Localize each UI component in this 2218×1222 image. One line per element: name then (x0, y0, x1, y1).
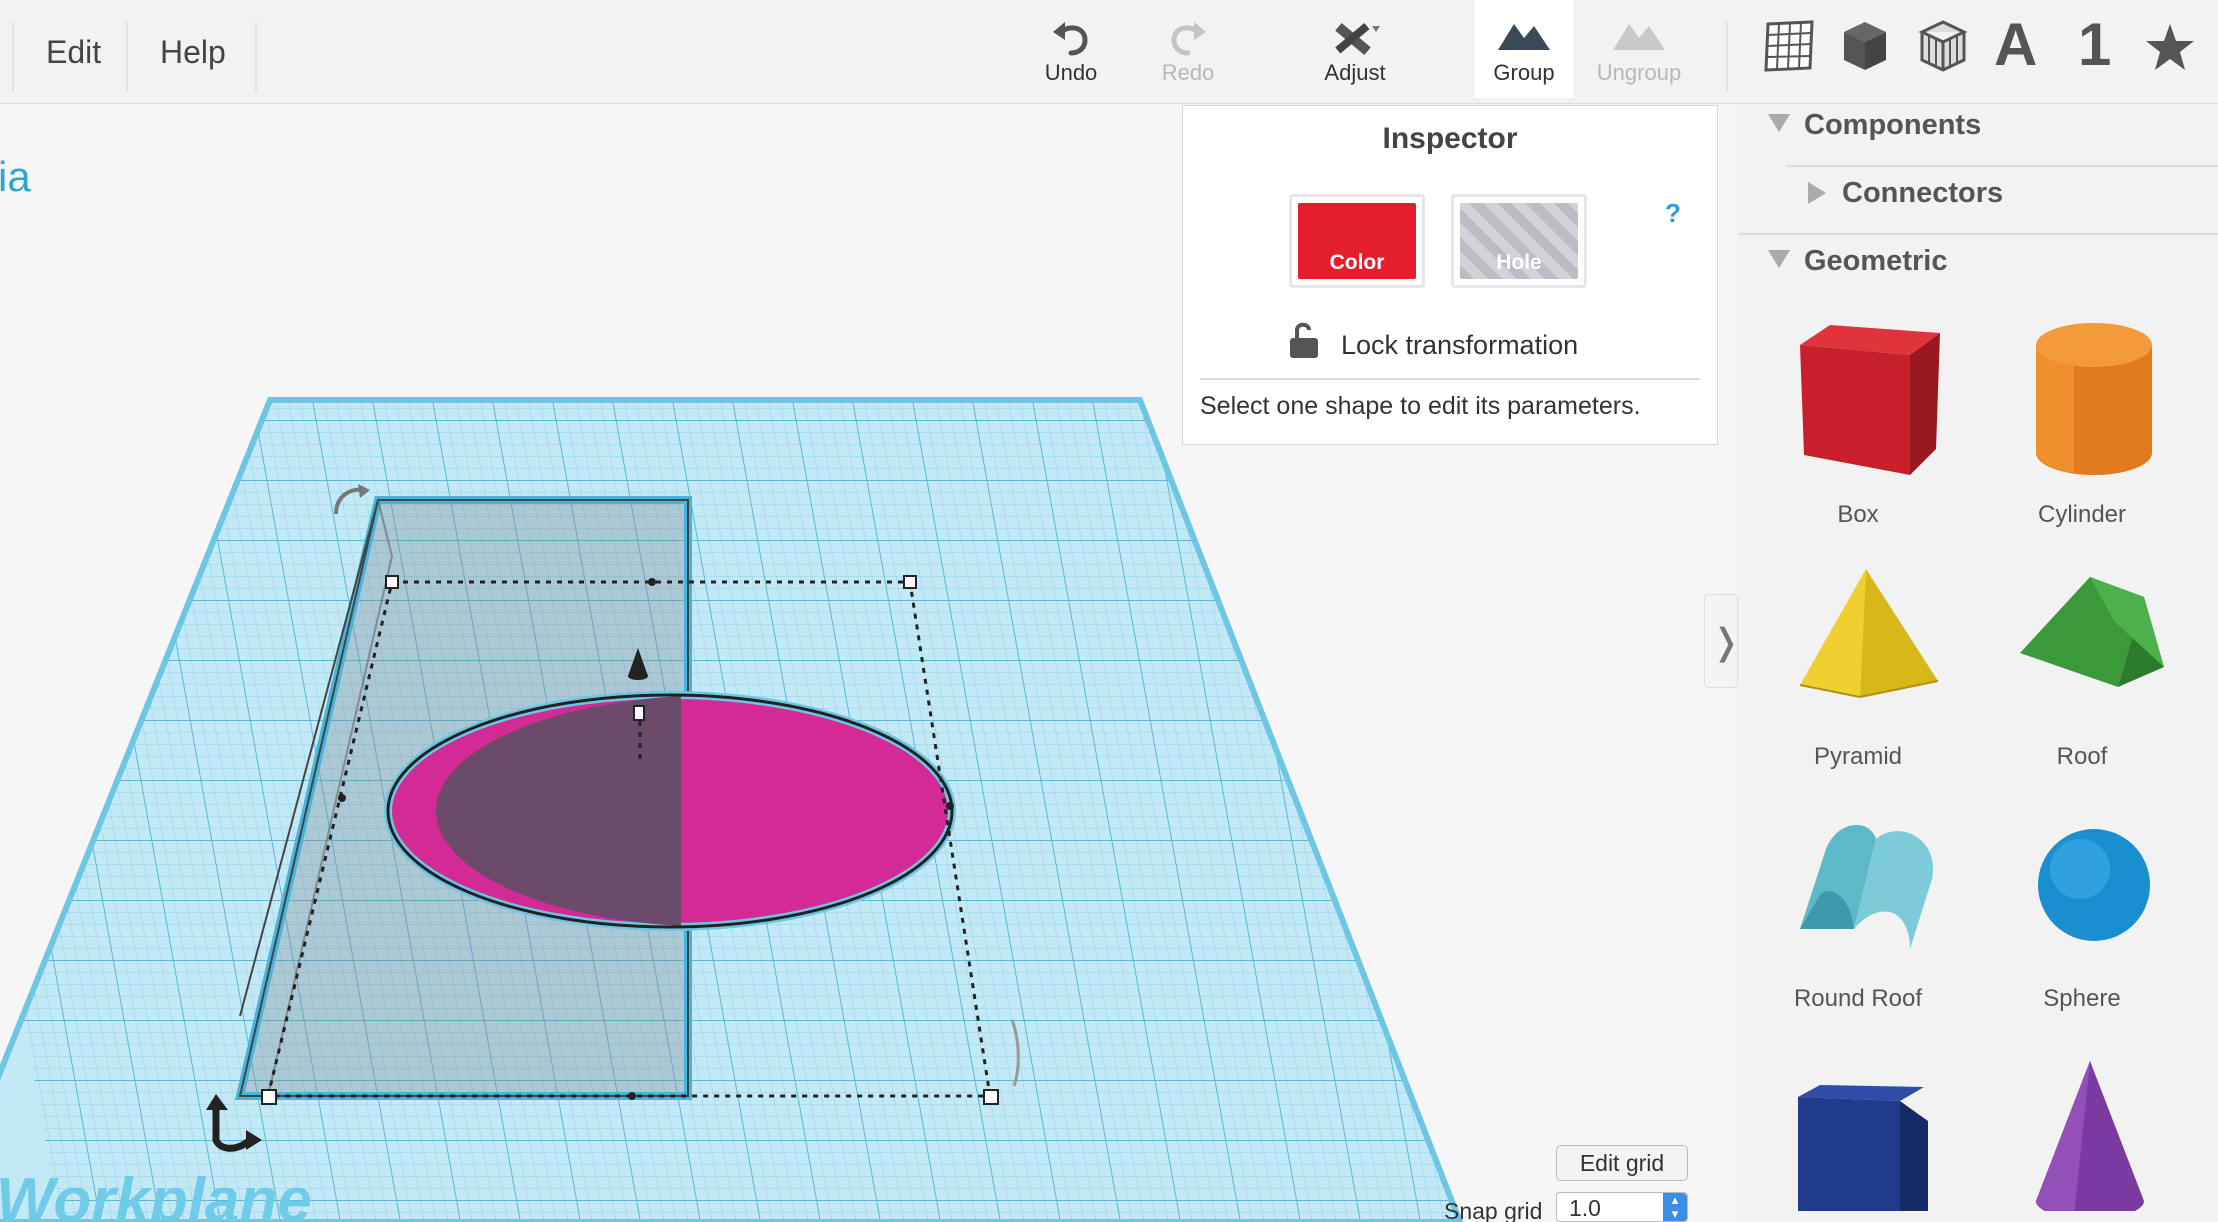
shape-sphere[interactable]: Sphere (1982, 799, 2182, 1029)
cylinder-shape-icon (2036, 323, 2152, 475)
pyramid-shape-icon (1799, 569, 1939, 699)
number-1-icon[interactable]: 1 (2078, 10, 2111, 79)
inspector-message: Select one shape to edit its parameters. (1200, 392, 1641, 420)
shape-box[interactable]: Box (1758, 315, 1958, 545)
undo-label: Undo (1044, 60, 1098, 85)
collapse-triangle-icon (1808, 182, 1826, 204)
star-icon[interactable] (2144, 22, 2196, 72)
color-swatch-button[interactable]: Color (1289, 194, 1425, 288)
section-divider (1738, 233, 2218, 235)
panel-collapse-tab[interactable]: ❭ (1704, 594, 1742, 688)
menu-edit[interactable]: Edit (46, 34, 101, 71)
menu-separator (1726, 22, 1728, 92)
inspector-panel: Inspector Color Hole ? Lock transformati… (1182, 105, 1718, 445)
workplane-label: Workplane (0, 1166, 312, 1222)
connectors-label: Connectors (1842, 177, 2004, 209)
redo-button[interactable]: Redo (1133, 14, 1243, 96)
shape-label: Roof (2056, 743, 2108, 770)
resize-handle[interactable] (385, 575, 399, 589)
adjust-icon (1335, 22, 1380, 56)
chevron-right-icon: ❭ (1711, 621, 1742, 662)
shape-label: Sphere (2043, 985, 2121, 1012)
shape-label: Round Roof (1793, 985, 1923, 1012)
inspector-help-link[interactable]: ? (1665, 198, 1681, 229)
wedge-shape-icon (1798, 1085, 1928, 1211)
menu-separator (255, 22, 257, 92)
section-connectors[interactable]: Connectors (1808, 177, 2003, 210)
roof-shape-icon (2020, 577, 2164, 687)
snap-grid-value: 1.0 (1569, 1195, 1601, 1221)
shape-library-panel: Components Connectors Geometric Box Cyli… (1738, 105, 2218, 1222)
color-label: Color (1329, 251, 1385, 274)
resize-handle[interactable] (983, 1089, 999, 1105)
shape-round-roof[interactable]: Round Roof (1758, 799, 1958, 1029)
stepper-arrows-icon: ▴ ▾ (1663, 1193, 1687, 1221)
shape-pyramid[interactable]: Pyramid (1758, 557, 1958, 787)
adjust-label: Adjust (1324, 60, 1386, 85)
box-view-icon[interactable] (1840, 18, 1890, 74)
grid-view-icon[interactable] (1762, 18, 1816, 74)
shape-label: Pyramid (1813, 743, 1903, 770)
adjust-button[interactable]: Adjust (1300, 14, 1410, 96)
undo-button[interactable]: Undo (1016, 14, 1126, 96)
round-roof-shape-icon (1800, 825, 1934, 949)
text-A-icon[interactable]: A (1994, 10, 2037, 79)
shape-label: Cylinder (2037, 501, 2127, 528)
lock-transformation-toggle[interactable]: Lock transformation (1289, 320, 1578, 367)
resize-handle[interactable] (633, 705, 645, 721)
cone-shape-icon (2036, 1061, 2144, 1211)
group-button[interactable]: Group (1474, 0, 1574, 98)
menu-separator (126, 22, 128, 92)
inspector-divider (1200, 378, 1700, 380)
sphere-shape-icon (2038, 829, 2150, 941)
ungroup-button[interactable]: Ungroup (1584, 14, 1694, 96)
hole-label: Hole (1496, 251, 1542, 274)
top-toolbar: Edit Help Undo Redo Adjust Group Ungroup… (0, 0, 2218, 104)
expand-triangle-icon (1768, 114, 1790, 132)
snap-grid-label: Snap grid (1444, 1198, 1543, 1222)
redo-icon (1171, 22, 1206, 56)
ungroup-label: Ungroup (1596, 60, 1682, 85)
group-label: Group (1493, 60, 1555, 85)
box-shape-icon (1800, 325, 1940, 475)
section-geometric[interactable]: Geometric (1768, 245, 1947, 278)
resize-handle[interactable] (903, 575, 917, 589)
shape-wedge[interactable] (1758, 1041, 1958, 1222)
lock-icon (1290, 322, 1318, 358)
resize-handle[interactable] (261, 1089, 277, 1105)
lock-label: Lock transformation (1341, 330, 1579, 360)
shape-roof[interactable]: Roof (1982, 557, 2182, 787)
expand-triangle-icon (1768, 250, 1790, 268)
ellipse-shape[interactable] (384, 691, 956, 931)
redo-label: Redo (1161, 60, 1215, 85)
group-icon (1498, 24, 1550, 50)
geometric-label: Geometric (1804, 245, 1948, 277)
section-components[interactable]: Components (1768, 109, 1981, 142)
shape-cone[interactable] (1982, 1041, 2182, 1222)
wire-box-icon[interactable] (1918, 18, 1968, 74)
ungroup-icon (1613, 24, 1665, 50)
snap-grid-select[interactable]: 1.0 ▴ ▾ (1556, 1192, 1688, 1222)
hole-swatch-button[interactable]: Hole (1451, 194, 1587, 288)
menu-separator (12, 22, 14, 92)
menu-help[interactable]: Help (160, 34, 226, 71)
section-divider (1786, 165, 2218, 167)
shape-cylinder[interactable]: Cylinder (1982, 315, 2182, 545)
shape-label: Box (1837, 501, 1879, 528)
undo-icon (1053, 22, 1088, 56)
components-label: Components (1804, 109, 1982, 141)
edit-grid-button[interactable]: Edit grid (1556, 1145, 1688, 1181)
inspector-title: Inspector (1382, 122, 1518, 155)
